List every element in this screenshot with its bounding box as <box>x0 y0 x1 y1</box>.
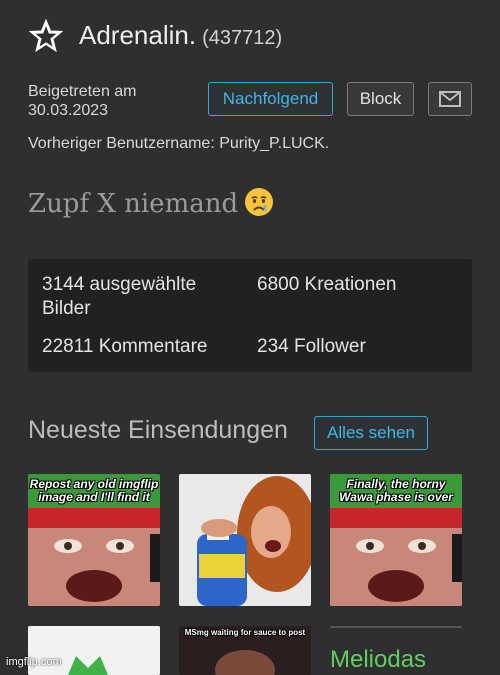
joined-date: 30.03.2023 <box>28 102 109 119</box>
user-id: (437712) <box>202 27 283 49</box>
submission-thumbnail[interactable]: Repost any old imgflip image and I'll fi… <box>28 474 160 606</box>
submission-thumbnail[interactable]: Finally, the horny Wawa phase is over <box>330 474 462 606</box>
joined-label: Beigetreten am <box>28 83 137 100</box>
envelope-icon <box>439 91 461 107</box>
profile-bio: Zupf X niemand <box>28 187 274 219</box>
section-title: Neueste Einsendungen <box>28 416 288 444</box>
previous-username: Vorheriger Benutzername: Purity_P.LUCK. <box>28 135 330 152</box>
stat-featured-images[interactable]: 3144 ausgewählte Bilder <box>42 273 242 321</box>
meme-image <box>179 474 311 606</box>
username: Adrenalin. <box>79 20 197 50</box>
watermark: imgflip.com <box>6 656 62 668</box>
joined-info: Beigetreten am 30.03.2023 <box>28 82 198 120</box>
stat-creations[interactable]: 6800 Kreationen <box>257 273 396 297</box>
thumbnail-caption: Finally, the horny Wawa phase is over <box>339 477 453 504</box>
page-title: Adrenalin. (437712) <box>79 20 282 51</box>
stat-followers[interactable]: 234 Follower <box>257 335 366 359</box>
bio-text: Zupf X niemand <box>28 189 239 219</box>
star-icon <box>28 18 64 53</box>
follow-button[interactable]: Nachfolgend <box>208 82 333 116</box>
thumbnail-caption: MSmg waiting for sauce to post <box>184 628 306 637</box>
message-button[interactable] <box>428 82 472 116</box>
thumbnail-caption: Meliodas <box>330 646 427 673</box>
stats-panel: 3144 ausgewählte Bilder 6800 Kreationen … <box>28 259 472 372</box>
submission-thumbnail[interactable]: Meliodas <box>330 626 462 675</box>
block-button[interactable]: Block <box>347 82 414 116</box>
stat-comments[interactable]: 22811 Kommentare <box>42 335 207 359</box>
submission-thumbnail[interactable]: MSmg waiting for sauce to post <box>179 626 311 675</box>
submission-thumbnail[interactable] <box>179 474 311 606</box>
see-all-button[interactable]: Alles sehen <box>314 416 428 450</box>
thumbnail-caption: Repost any old imgflip image and I'll fi… <box>29 477 159 504</box>
crying-face-emoji-icon <box>245 188 274 216</box>
